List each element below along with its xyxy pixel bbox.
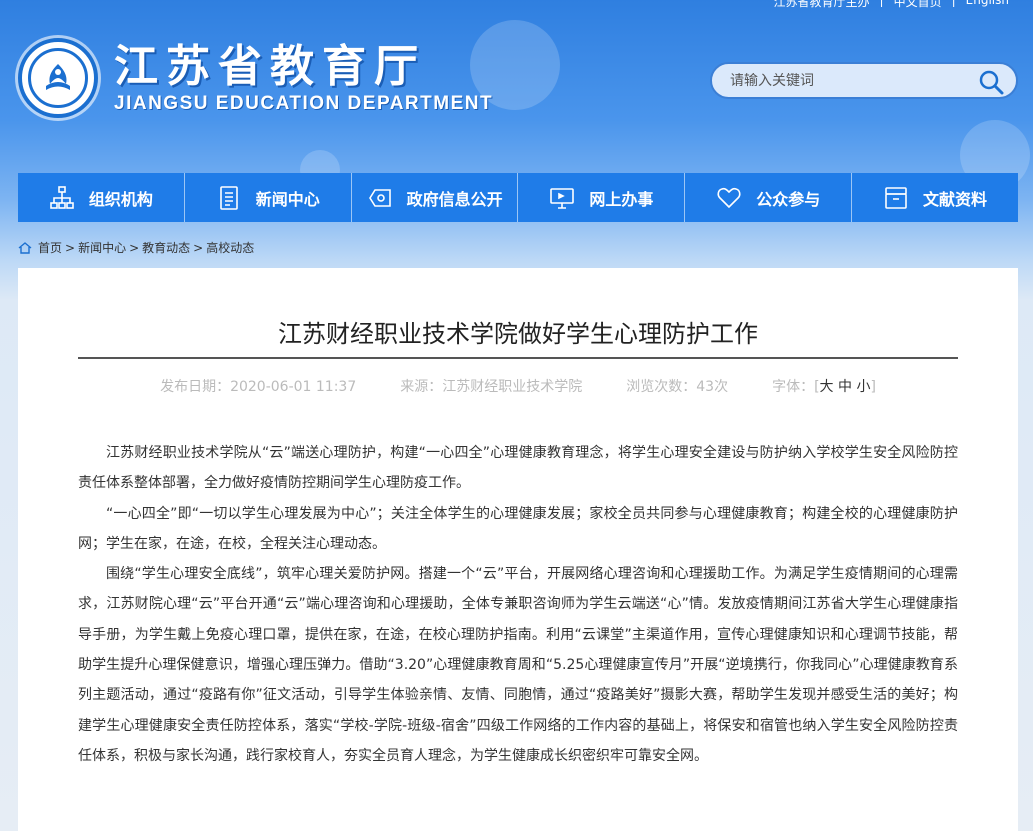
article-paragraph: “一心四全”即“一切以学生心理发展为中心”；关注全体学生的心理健康发展；家校全员… — [78, 505, 958, 552]
logo-title: 江苏省教育厅 — [114, 41, 426, 92]
article-title: 江苏财经职业技术学院做好学生心理防护工作 — [278, 320, 758, 348]
breadcrumb-home[interactable]: 首页 — [38, 239, 62, 256]
home-icon — [18, 241, 32, 254]
breadcrumb-news[interactable]: 新闻中心 — [78, 239, 126, 256]
font-size-medium[interactable]: 中 — [838, 379, 852, 395]
breadcrumb-education-news[interactable]: 教育动态 — [142, 239, 190, 256]
font-size-small[interactable]: 小 — [856, 379, 870, 395]
top-link-english[interactable]: English — [966, 0, 1009, 10]
nav-item-news[interactable]: 新闻中心 — [184, 173, 352, 222]
search-icon[interactable] — [978, 69, 1004, 95]
site-logo[interactable]: 江苏省教育厅 JIANGSU EDUCATION DEPARTMENT — [18, 38, 493, 118]
monitor-icon — [550, 187, 575, 209]
nav-item-organization[interactable]: 组织机构 — [18, 173, 185, 222]
font-size-control: 字体：[大 中 小] — [772, 379, 876, 395]
info-disclosure-icon — [368, 188, 391, 207]
view-count: 浏览次数：43次 — [626, 379, 729, 395]
search-input[interactable] — [730, 72, 970, 89]
heart-icon — [717, 187, 741, 208]
nav-item-public-participation[interactable]: 公众参与 — [685, 173, 853, 222]
nav-label: 文献资料 — [923, 189, 988, 209]
article-paragraph: 江苏财经职业技术学院从“云”端送心理防护，构建“一心四全”心理健康教育理念，将学… — [78, 445, 958, 492]
nav-item-info-disclosure[interactable]: 政府信息公开 — [351, 173, 519, 222]
top-link-host[interactable]: 江苏省教育厅主办 — [774, 0, 870, 10]
font-size-large[interactable]: 大 — [820, 379, 834, 395]
nav-label: 网上办事 — [589, 189, 654, 209]
document-icon — [219, 185, 238, 210]
top-link-home[interactable]: 中文首页 — [894, 0, 942, 10]
department-emblem-icon — [18, 38, 98, 118]
article-source: 来源：江苏财经职业技术学院 — [400, 379, 583, 395]
main-nav: 组织机构 新闻中心 政府信息公开 网上办事 公众参与 文献资料 — [18, 173, 1018, 222]
logo-subtitle: JIANGSU EDUCATION DEPARTMENT — [114, 93, 494, 114]
search-box — [710, 62, 1018, 99]
nav-item-documents[interactable]: 文献资料 — [852, 173, 1018, 222]
nav-label: 组织机构 — [88, 189, 153, 209]
article-meta: 发布日期：2020-06-01 11:37 来源：江苏财经职业技术学院 浏览次数… — [78, 376, 958, 396]
top-links: 江苏省教育厅主办 | 中文首页 | English — [774, 0, 1009, 10]
breadcrumb-university-news[interactable]: 高校动态 — [206, 239, 254, 256]
nav-label: 新闻中心 — [255, 189, 320, 209]
breadcrumb: 首页 > 新闻中心 > 教育动态 > 高校动态 — [18, 239, 254, 256]
nav-label: 政府信息公开 — [406, 189, 503, 209]
title-divider — [78, 357, 958, 359]
archive-icon — [885, 186, 907, 209]
publish-date: 发布日期：2020-06-01 11:37 — [160, 379, 357, 395]
article-paragraph: 围绕“学生心理安全底线”，筑牢心理关爱防护网。搭建一个“云”平台，开展网络心理咨… — [78, 566, 958, 764]
nav-item-online-services[interactable]: 网上办事 — [518, 173, 686, 222]
nav-label: 公众参与 — [756, 189, 821, 209]
org-chart-icon — [50, 185, 74, 209]
article-panel: 江苏财经职业技术学院做好学生心理防护工作 发布日期：2020-06-01 11:… — [18, 268, 1018, 831]
article-body: 江苏财经职业技术学院从“云”端送心理防护，构建“一心四全”心理健康教育理念，将学… — [78, 438, 958, 771]
